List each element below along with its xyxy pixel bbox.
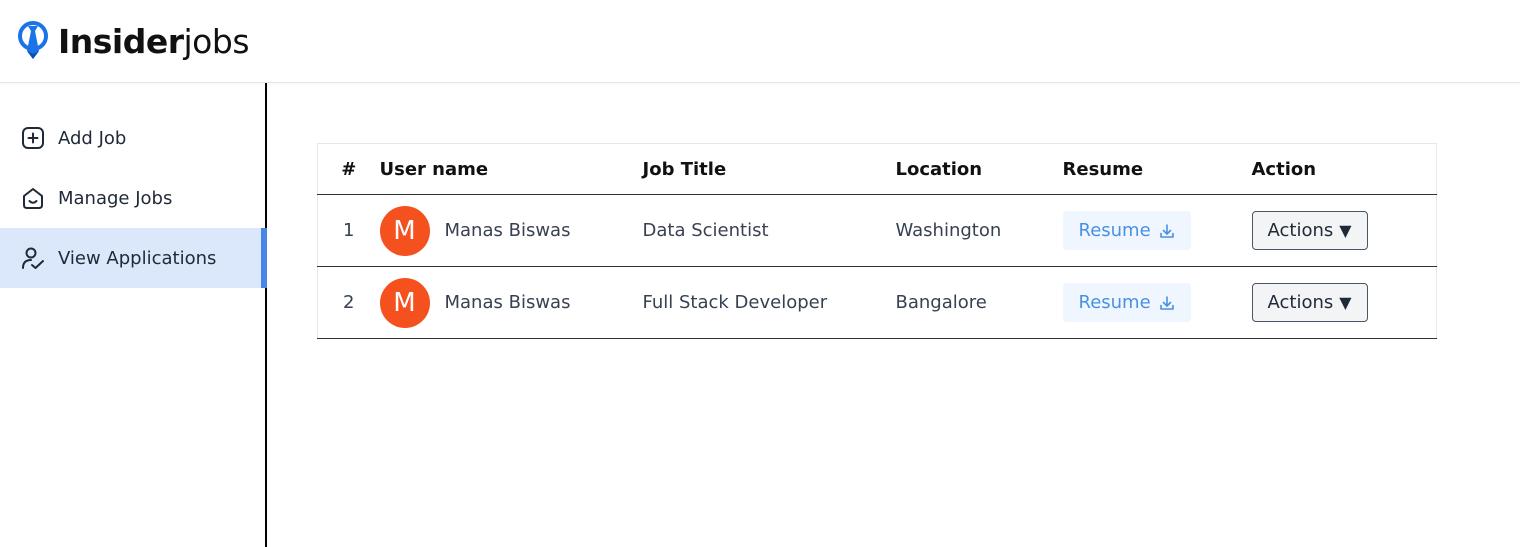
job-title: Full Stack Developer [642,292,828,313]
actions-dropdown-button[interactable]: Actions ▼ [1251,211,1368,250]
add-square-icon [22,127,44,149]
resume-download-button[interactable]: Resume [1062,211,1191,250]
applications-table: # User name Job Title Location Resume Ac… [317,143,1437,339]
header-job-title: Job Title [642,158,727,180]
sidebar-item-manage-jobs[interactable]: Manage Jobs [0,168,265,228]
user-cell: M Manas Biswas [379,267,643,339]
table-header-row: # User name Job Title Location Resume Ac… [317,143,1437,195]
sidebar-item-view-applications[interactable]: View Applications [0,228,267,288]
location: Washington [895,220,1002,241]
download-icon [1159,223,1174,238]
action-cell: Actions ▼ [1251,267,1437,339]
download-icon [1159,295,1174,310]
brand-bold: Insider [58,21,184,61]
actions-label: Actions [1267,292,1334,313]
sidebar-item-label: Add Job [58,127,127,149]
sidebar: Add Job Manage Jobs View Applications [0,83,267,547]
resume-label: Resume [1078,220,1151,241]
row-number: 2 [343,292,355,313]
resume-download-button[interactable]: Resume [1062,283,1191,322]
sidebar-item-label: Manage Jobs [58,187,173,209]
row-number: 1 [343,220,355,241]
avatar: M [379,277,430,328]
table-row: 1 M Manas Biswas Data Scientist Washingt… [317,194,1437,267]
briefcase-home-icon [23,188,43,209]
caret-down-icon: ▼ [1339,293,1352,312]
user-cell: M Manas Biswas [379,195,643,267]
user-name: Manas Biswas [444,220,571,241]
location: Bangalore [895,292,987,313]
actions-dropdown-button[interactable]: Actions ▼ [1251,283,1368,322]
top-header: Insiderjobs [0,0,1520,83]
main-content: # User name Job Title Location Resume Ac… [317,143,1437,339]
header-action: Action [1251,158,1317,180]
caret-down-icon: ▼ [1339,221,1352,240]
user-name: Manas Biswas [444,292,571,313]
resume-cell: Resume [1062,267,1252,339]
brand-name: Insiderjobs [58,21,250,61]
job-title: Data Scientist [642,220,769,241]
sidebar-item-add-job[interactable]: Add Job [0,108,265,168]
avatar: M [379,205,430,256]
logo-icon [18,21,48,59]
resume-label: Resume [1078,292,1151,313]
header-user-name: User name [379,158,489,180]
header-num: # [341,158,357,180]
table-row: 2 M Manas Biswas Full Stack Developer Ba… [317,266,1437,339]
brand-logo[interactable]: Insiderjobs [16,21,250,61]
resume-cell: Resume [1062,195,1252,267]
header-location: Location [895,158,983,180]
header-resume: Resume [1062,158,1144,180]
actions-label: Actions [1267,220,1334,241]
user-check-icon [22,247,44,269]
action-cell: Actions ▼ [1251,195,1437,267]
sidebar-item-label: View Applications [58,247,217,269]
brand-light: jobs [183,21,250,61]
